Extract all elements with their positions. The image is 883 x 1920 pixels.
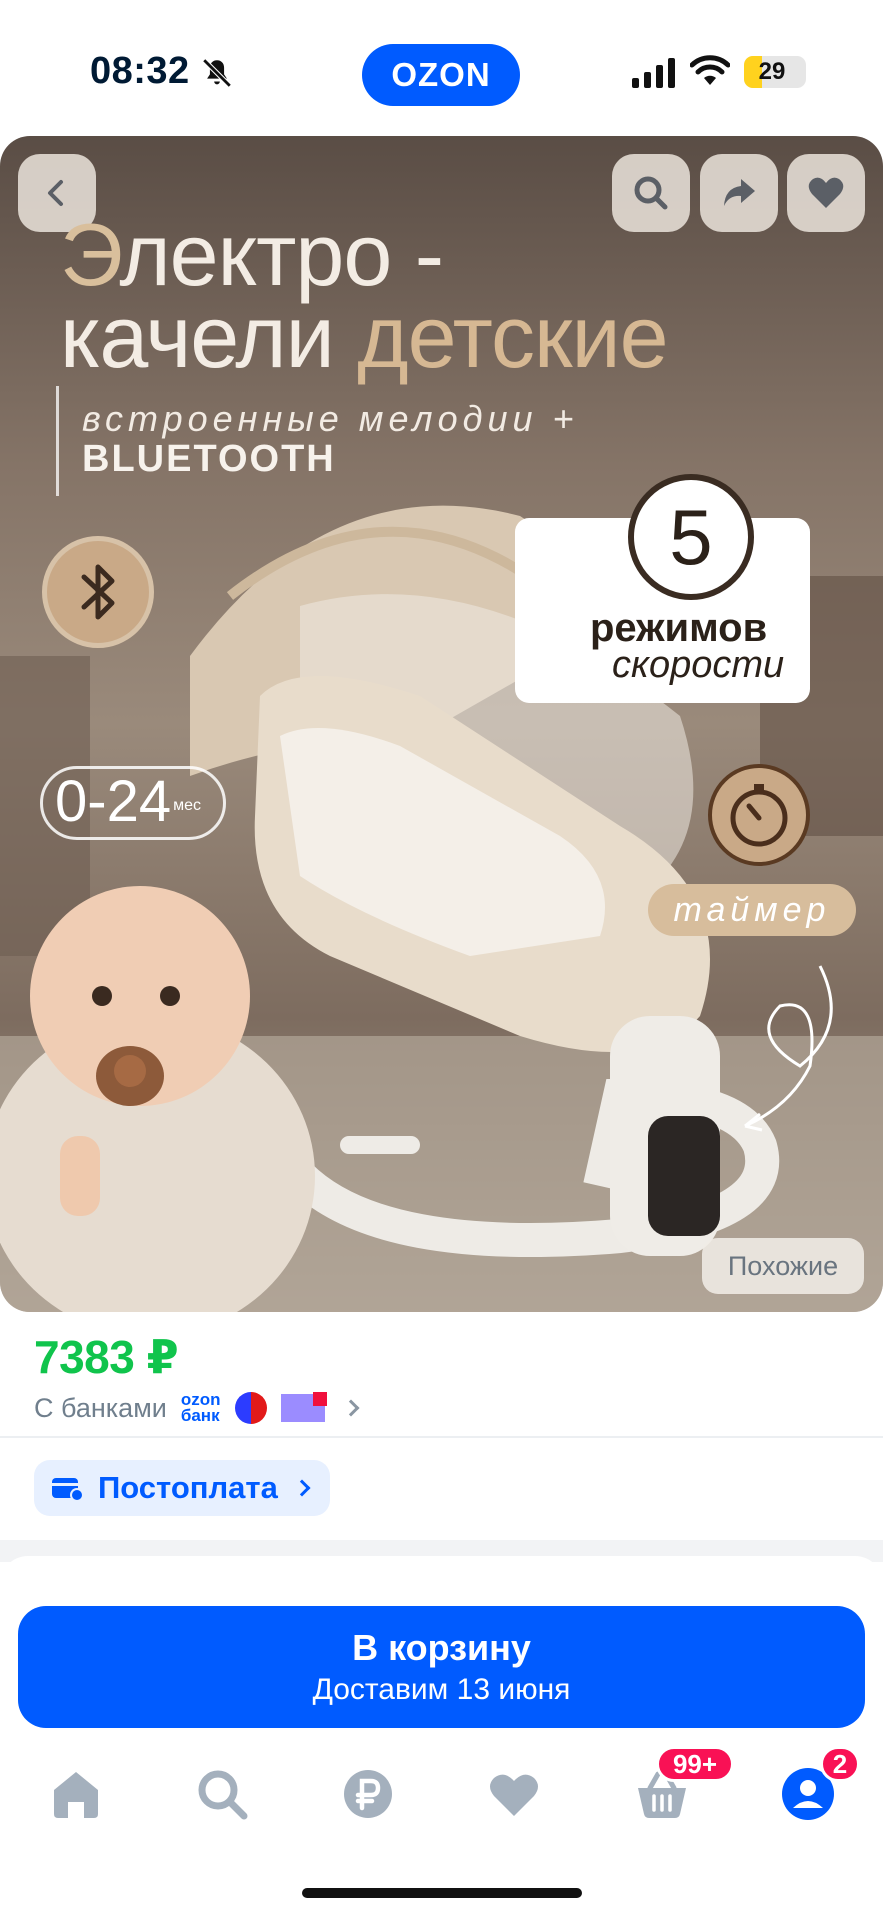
cart-count-badge: 99+ — [656, 1746, 734, 1782]
tab-search-icon[interactable] — [192, 1764, 252, 1824]
home-indicator — [302, 1888, 582, 1898]
bell-muted-icon — [202, 58, 232, 88]
add-to-cart-title: В корзину — [352, 1627, 531, 1668]
heart-icon — [808, 177, 844, 208]
share-button[interactable] — [700, 154, 778, 232]
ozon-bank-logo: ozon банк — [180, 1391, 221, 1425]
age-range-badge: 0-24 мес — [40, 766, 226, 840]
age-range-unit: мес — [173, 797, 201, 814]
speed-modes-label-2: скорости — [612, 644, 785, 686]
timer-badge — [708, 764, 810, 866]
timer-label: таймер — [648, 884, 856, 936]
bank-logo-icon — [280, 1392, 327, 1422]
product-price: 7383 ₽ — [34, 1331, 179, 1383]
next-section-card — [0, 1556, 883, 1596]
hero-subtitle-1: встроенные мелодии + — [82, 398, 579, 439]
ozon-logo[interactable]: OZON — [362, 44, 520, 106]
hero-title-word-a: качели — [60, 287, 358, 386]
wallet-clock-icon — [52, 1478, 84, 1502]
product-image[interactable]: Электро - качели детские встроенные мело… — [0, 136, 883, 1312]
cellular-signal-icon — [632, 58, 675, 88]
chevron-right-icon — [342, 1399, 359, 1417]
section-divider — [0, 1436, 883, 1438]
favorite-button[interactable] — [787, 154, 865, 232]
bank-offers-label: С банками — [34, 1392, 167, 1423]
similar-products-button[interactable]: Похожие — [702, 1238, 864, 1294]
add-to-cart-button[interactable]: В корзину Доставим 13 июня — [18, 1606, 865, 1728]
hero-subtitle-divider — [56, 386, 59, 496]
hero-subtitle-2: BLUETOOTH — [82, 438, 336, 480]
search-button[interactable] — [612, 154, 690, 232]
battery-percent: 29 — [758, 58, 786, 85]
tab-favorites-heart-icon[interactable] — [484, 1764, 544, 1824]
postpay-label: Постоплата — [98, 1470, 278, 1505]
bluetooth-badge — [42, 536, 154, 648]
bluetooth-icon — [81, 564, 115, 620]
bank-offers-row[interactable]: С банками ozon банк — [34, 1390, 359, 1426]
share-arrow-icon — [724, 179, 755, 206]
wifi-icon — [690, 55, 730, 85]
tab-home-icon[interactable] — [46, 1764, 106, 1824]
postpay-button[interactable]: Постоплата — [34, 1460, 330, 1516]
speed-modes-number: 5 — [628, 474, 754, 600]
profile-notification-badge: 2 — [820, 1746, 860, 1782]
battery-indicator: 29 — [744, 56, 806, 88]
chevron-right-icon — [293, 1479, 311, 1497]
hero-title-word-b: детские — [357, 287, 668, 386]
curved-arrow-icon — [744, 965, 833, 1132]
delivery-date: Доставим 13 июня — [312, 1673, 571, 1706]
status-bar: 08:32 OZON 29 — [0, 0, 883, 136]
bottom-tab-bar: 99+ 2 — [0, 1740, 883, 1840]
bank-logo-icon — [234, 1392, 267, 1424]
age-range-value: 0-24 — [55, 769, 172, 834]
ozon-bank-logo-line2: банк — [180, 1406, 220, 1425]
stopwatch-icon — [730, 784, 788, 847]
status-time: 08:32 — [90, 50, 190, 92]
tab-finance-ruble-icon[interactable] — [338, 1764, 398, 1824]
hero-title-line2: качели детские — [60, 286, 669, 388]
search-icon — [634, 176, 668, 210]
